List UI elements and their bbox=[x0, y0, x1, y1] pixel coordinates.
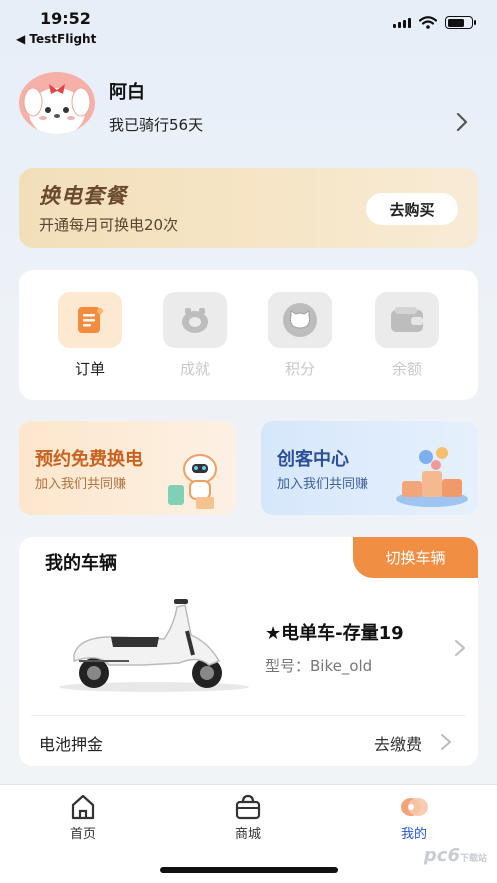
avatar[interactable] bbox=[19, 72, 95, 134]
cellular-signal-icon bbox=[393, 17, 411, 28]
switch-vehicle-button[interactable]: 切换车辆 bbox=[353, 537, 478, 578]
robot-mascot-icon bbox=[168, 454, 217, 509]
tab-home[interactable]: 首页 bbox=[38, 793, 128, 842]
vehicle-model: 型号：Bike_old bbox=[265, 657, 373, 675]
status-bar: 19:52 ◀ TestFlight bbox=[0, 0, 497, 50]
watermark-logo: pc6下载站 bbox=[423, 845, 487, 866]
tab-shop[interactable]: 商城 bbox=[203, 793, 293, 842]
tab-label: 商城 bbox=[234, 827, 261, 842]
status-icons bbox=[393, 16, 476, 29]
my-vehicle-card: 我的车辆 切换车辆 ★电单车-存量19 型号：Bike_old 电池押金 去缴费 bbox=[19, 537, 478, 766]
quick-item-label: 积分 bbox=[284, 360, 315, 378]
user-name: 阿白 bbox=[109, 82, 145, 103]
quick-item-label: 成就 bbox=[179, 360, 210, 378]
order-icon bbox=[58, 292, 122, 348]
battery-swap-package-banner[interactable]: 换电套餐 开通每月可换电20次 去购买 bbox=[19, 168, 478, 248]
home-icon bbox=[71, 794, 95, 820]
home-indicator[interactable] bbox=[160, 867, 338, 873]
status-time: 19:52 bbox=[40, 9, 91, 28]
wallet-icon bbox=[375, 292, 439, 348]
free-swap-booking-card[interactable]: 预约免费换电 加入我们共同赚 bbox=[19, 421, 236, 515]
coin-stack-icon bbox=[396, 447, 468, 507]
chevron-right-icon[interactable] bbox=[454, 639, 466, 657]
tab-profile[interactable]: 我的 bbox=[369, 793, 459, 842]
profile-header[interactable]: 阿白 我已骑行56天 bbox=[19, 72, 479, 138]
battery-icon bbox=[445, 16, 476, 29]
achievement-icon bbox=[163, 292, 227, 348]
promo-title: 创客中心 bbox=[277, 449, 349, 470]
package-subtitle: 开通每月可换电20次 bbox=[39, 216, 179, 234]
tab-label: 首页 bbox=[69, 827, 96, 842]
chevron-right-icon[interactable] bbox=[440, 733, 452, 751]
quick-item-achievement[interactable]: 成就 bbox=[155, 292, 235, 382]
divider bbox=[31, 715, 466, 716]
battery-deposit-label: 电池押金 bbox=[39, 735, 104, 754]
package-title: 换电套餐 bbox=[39, 184, 127, 208]
vehicle-section-title: 我的车辆 bbox=[45, 553, 117, 574]
promo-subtitle: 加入我们共同赚 bbox=[35, 477, 127, 492]
shop-bag-icon bbox=[235, 794, 261, 820]
profile-icon bbox=[401, 798, 428, 816]
vehicle-name: ★电单车-存量19 bbox=[265, 623, 404, 644]
quick-menu: 订单 成就 积分 余额 bbox=[19, 270, 478, 400]
points-icon bbox=[268, 292, 332, 348]
quick-item-balance[interactable]: 余额 bbox=[367, 292, 447, 382]
maker-center-card[interactable]: 创客中心 加入我们共同赚 bbox=[261, 421, 478, 515]
scooter-image[interactable] bbox=[49, 595, 249, 695]
wifi-icon bbox=[419, 16, 437, 29]
tab-label: 我的 bbox=[400, 827, 427, 842]
quick-item-order[interactable]: 订单 bbox=[50, 292, 130, 382]
ride-days-text: 我已骑行56天 bbox=[109, 116, 204, 134]
buy-button[interactable]: 去购买 bbox=[366, 193, 458, 225]
quick-item-label: 余额 bbox=[391, 360, 422, 378]
back-to-testflight-link[interactable]: ◀ TestFlight bbox=[16, 32, 96, 46]
chevron-right-icon[interactable] bbox=[455, 112, 469, 132]
promo-subtitle: 加入我们共同赚 bbox=[277, 477, 369, 492]
pay-deposit-link[interactable]: 去缴费 bbox=[374, 731, 422, 755]
quick-item-points[interactable]: 积分 bbox=[260, 292, 340, 382]
quick-item-label: 订单 bbox=[74, 360, 105, 378]
promo-title: 预约免费换电 bbox=[35, 449, 143, 470]
